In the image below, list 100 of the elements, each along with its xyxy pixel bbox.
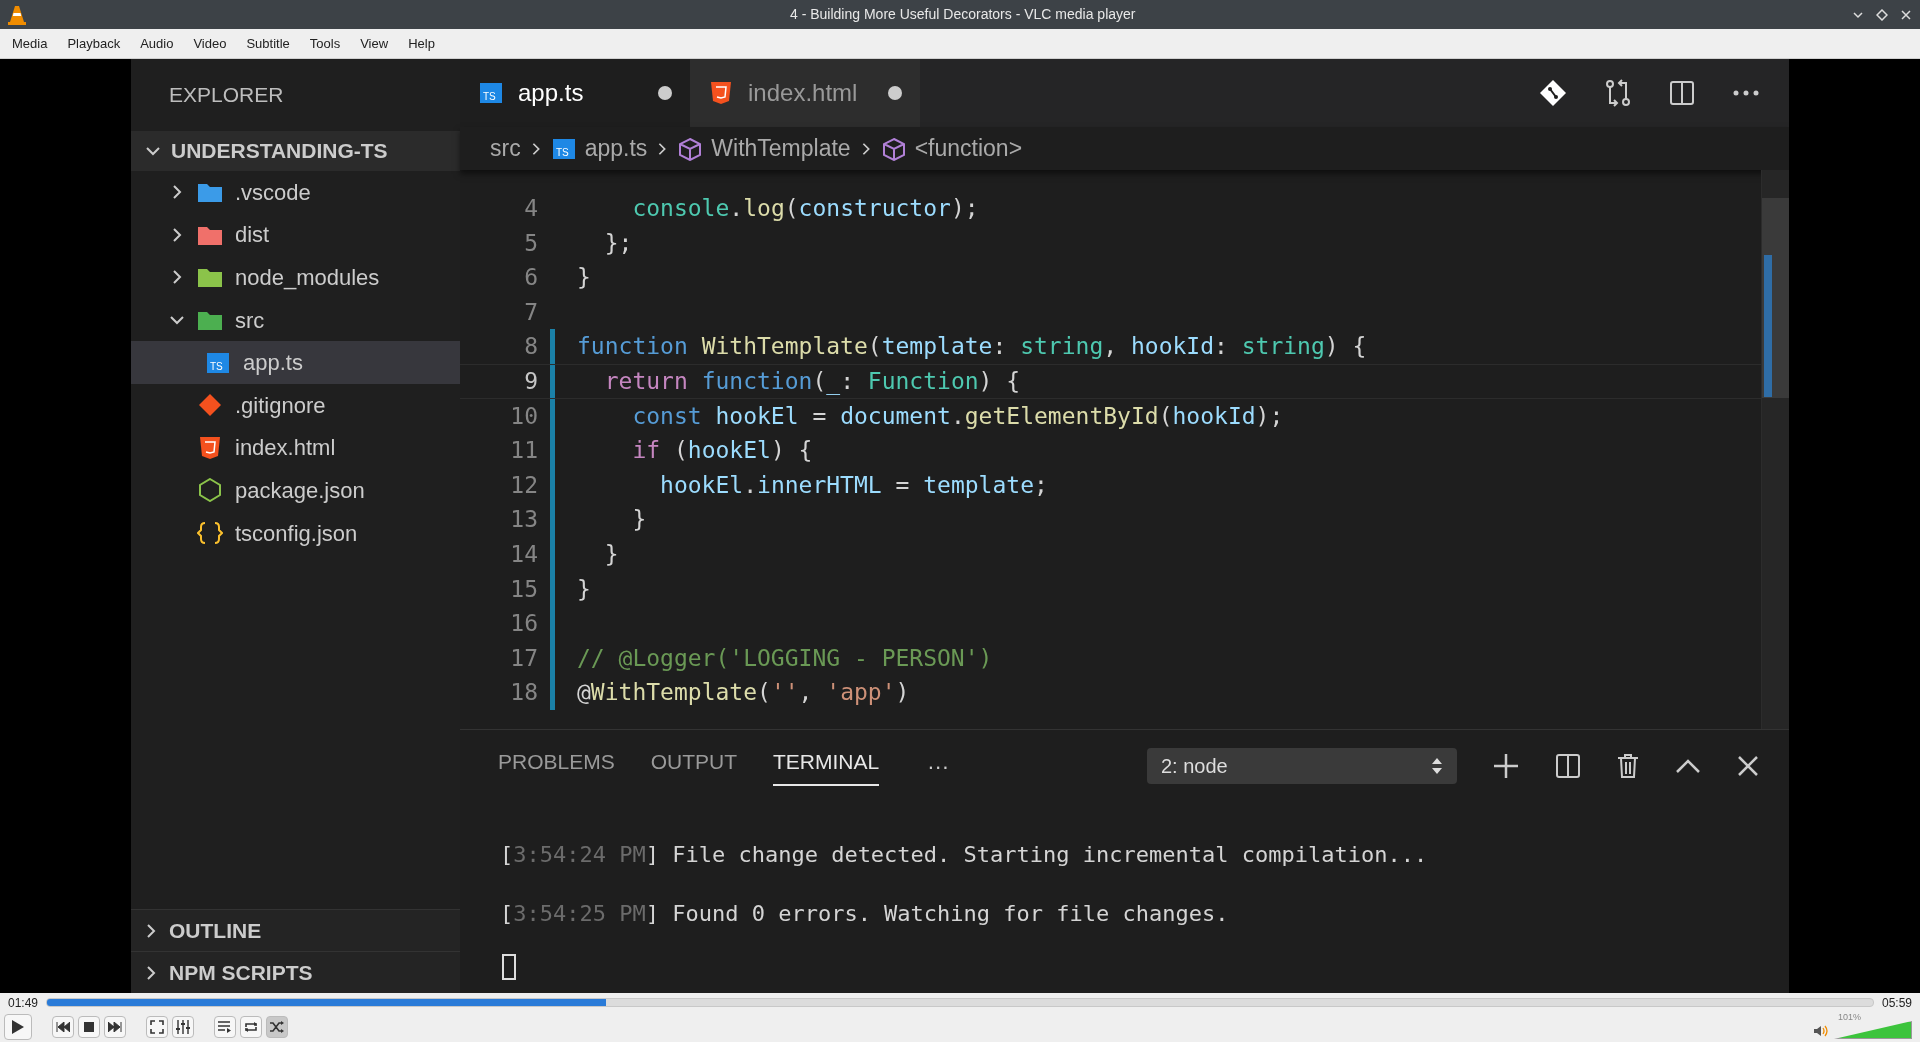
section-header[interactable]: NPM SCRIPTS	[131, 951, 460, 993]
line-number: 6	[523, 263, 538, 293]
line-number: 18	[509, 678, 538, 708]
menu-item[interactable]: Subtitle	[236, 33, 300, 54]
random-button[interactable]	[266, 1016, 288, 1038]
line-number: 13	[509, 505, 538, 535]
shuffle-icon	[270, 1021, 284, 1033]
code-line: }	[577, 263, 591, 293]
code-line: // @Logger('LOGGING - PERSON')	[577, 643, 993, 673]
breadcrumb-item[interactable]: <function>	[914, 131, 1023, 166]
tree-root[interactable]: UNDERSTANDING-TS	[131, 131, 460, 171]
fullscreen-button[interactable]	[146, 1016, 168, 1038]
explorer-title: EXPLORER	[169, 82, 284, 109]
terminal-line: [3:54:24 PM] File change detected. Starting incremental compilation...	[500, 841, 1429, 869]
line-number: 17	[509, 643, 538, 673]
code-line: }	[631, 505, 647, 535]
line-number: 7	[523, 297, 538, 327]
loop-button[interactable]	[240, 1016, 262, 1038]
menu-item[interactable]: Tools	[299, 33, 351, 54]
speaker-icon[interactable]	[1814, 1025, 1828, 1037]
stop-icon	[84, 1022, 94, 1032]
editor-tab[interactable]: TS app.ts	[460, 59, 690, 127]
sliders-icon	[176, 1020, 190, 1034]
split-terminal-icon[interactable]	[1555, 753, 1581, 779]
extended-settings-button[interactable]	[172, 1016, 194, 1038]
maximize-icon[interactable]	[1876, 8, 1888, 21]
code-line: };	[603, 228, 633, 258]
playlist-icon	[218, 1021, 232, 1033]
compare-changes-icon[interactable]	[1605, 79, 1631, 107]
tree-item[interactable]: package.json	[131, 469, 460, 512]
stop-button[interactable]	[78, 1016, 100, 1038]
code-line: @WithTemplate('', 'app')	[577, 678, 910, 708]
ts-file-icon: TS	[550, 136, 577, 161]
elapsed-time: 01:49	[8, 994, 39, 1012]
line-number: 4	[523, 194, 538, 224]
tree-item[interactable]: tsconfig.json	[131, 511, 460, 555]
tree-item[interactable]: .vscode	[131, 171, 460, 214]
menu-item[interactable]: View	[350, 33, 399, 54]
terminal-cursor	[502, 954, 516, 980]
seek-bar[interactable]	[46, 998, 1874, 1007]
tree-item[interactable]: index.html	[131, 426, 460, 470]
breadcrumb-item[interactable]: app.ts	[584, 131, 648, 166]
previous-button[interactable]	[52, 1016, 74, 1038]
previous-icon	[56, 1022, 70, 1032]
total-time: 05:59	[1881, 994, 1912, 1012]
more-tabs-button[interactable]: ···	[927, 749, 950, 783]
html5-icon	[708, 81, 734, 105]
ts-file-icon: TS	[205, 350, 231, 375]
window-title: 4 - Building More Useful Decorators - VLC media player	[790, 5, 1136, 24]
scrollbar[interactable]	[1761, 170, 1789, 729]
line-number: 16	[509, 609, 538, 639]
line-number: 5	[523, 228, 538, 258]
trash-icon[interactable]	[1617, 753, 1639, 779]
line-number: 15	[509, 574, 538, 604]
traffic-cone-icon	[8, 4, 26, 25]
fullscreen-icon	[150, 1020, 164, 1034]
more-icon[interactable]	[1733, 90, 1759, 96]
menu-item[interactable]: Help	[398, 33, 445, 54]
tree-item[interactable]: dist	[131, 213, 460, 257]
code-line: function WithTemplate(template: string, hookId: string) {	[577, 332, 1367, 362]
tree-item[interactable]: src	[131, 298, 460, 342]
close-icon[interactable]	[1737, 755, 1759, 777]
line-number: 11	[509, 436, 538, 466]
next-icon	[108, 1022, 122, 1032]
cube-icon	[880, 136, 907, 161]
line-number: 10	[509, 401, 538, 431]
tree-item[interactable]: node_modules	[131, 256, 460, 299]
terminal-line: [3:54:25 PM] Found 0 errors. Watching for file changes.	[500, 900, 1230, 928]
editor-tab[interactable]: index.html	[690, 59, 920, 127]
plus-icon[interactable]	[1493, 753, 1519, 779]
code-line: const hookEl = document.getElementById(hookId);	[631, 401, 1284, 431]
cube-icon	[677, 136, 704, 161]
git-diamond-icon[interactable]	[1539, 79, 1567, 107]
close-icon[interactable]	[1900, 8, 1912, 21]
menu-item[interactable]: Video	[183, 33, 237, 54]
menu-item[interactable]: Media	[2, 33, 58, 54]
breadcrumb-item[interactable]: WithTemplate	[711, 131, 851, 166]
chevron-up-icon[interactable]	[1675, 758, 1701, 774]
code-line: if (hookEl) {	[631, 436, 813, 466]
code-line: return function(_: Function) {	[603, 367, 1021, 397]
next-button[interactable]	[104, 1016, 126, 1038]
tree-item[interactable]: .gitignore	[131, 383, 460, 427]
terminal-select[interactable]: 2: node	[1147, 748, 1457, 784]
volume-reading: 101%	[1838, 1011, 1862, 1024]
tree-item[interactable]: TS app.ts	[131, 341, 460, 384]
menu-item[interactable]: Audio	[130, 33, 184, 54]
playlist-button[interactable]	[214, 1016, 236, 1038]
code-line: }	[577, 574, 591, 604]
panel-tab[interactable]: OUTPUT	[650, 746, 738, 786]
line-number: 12	[509, 470, 538, 500]
menu-item[interactable]: Playback	[57, 33, 131, 54]
line-number: 14	[509, 540, 538, 569]
panel-tab[interactable]: TERMINAL	[773, 746, 880, 786]
section-header[interactable]: OUTLINE	[131, 909, 460, 951]
ts-file-icon: TS	[478, 81, 504, 105]
play-icon	[11, 1019, 25, 1035]
split-editor-icon[interactable]	[1669, 80, 1695, 106]
play-button[interactable]	[4, 1014, 32, 1040]
breadcrumb-item[interactable]: src	[490, 131, 521, 166]
panel-tab[interactable]: PROBLEMS	[498, 746, 615, 786]
